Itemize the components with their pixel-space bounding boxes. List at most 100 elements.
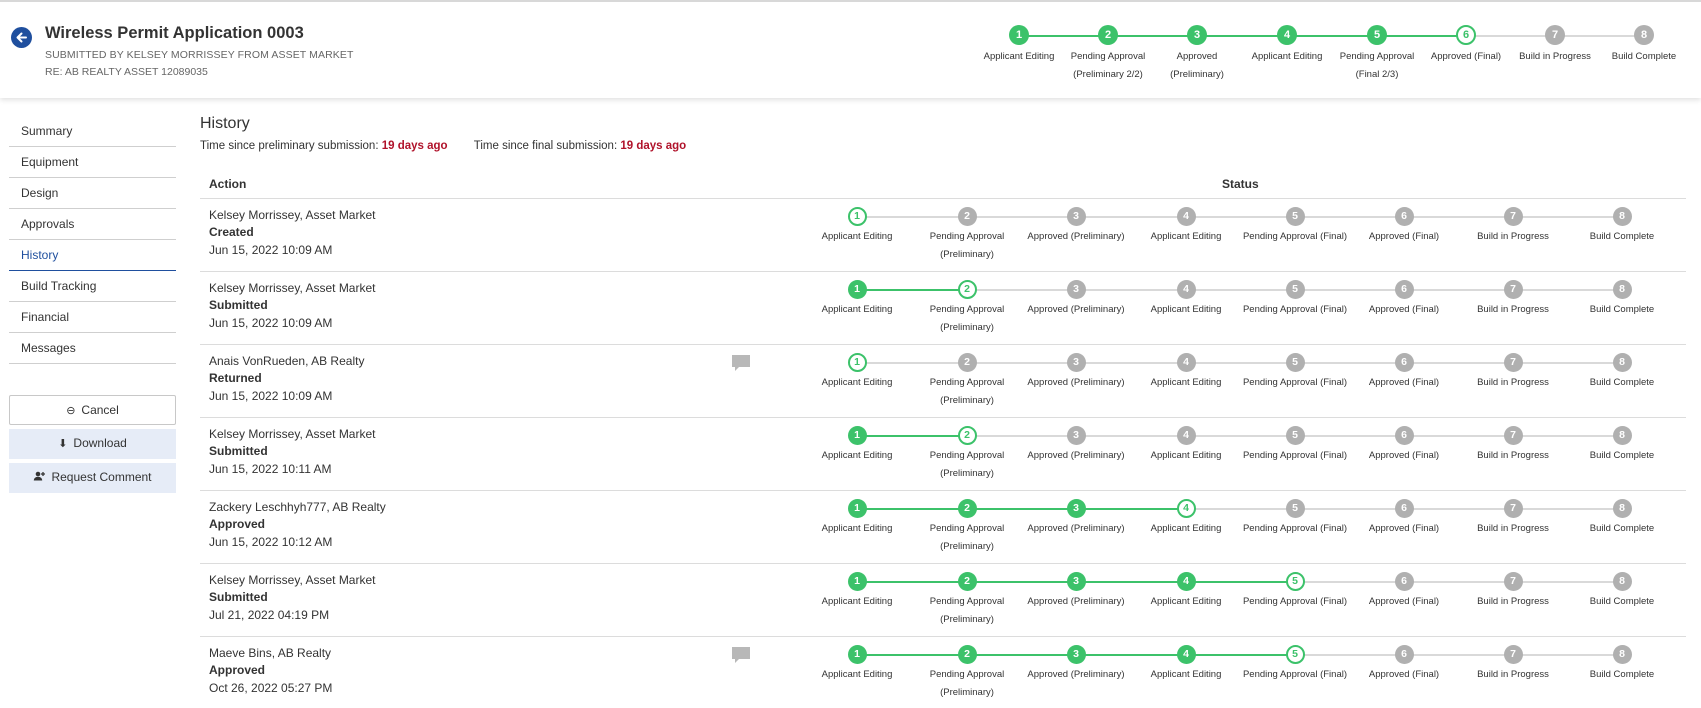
status-step-label-line1: Build in Progress — [1477, 377, 1549, 388]
status-step-label: Pending Approval (Final) — [1240, 520, 1350, 538]
status-step-label-line1: Build in Progress — [1477, 596, 1549, 607]
status-step-label: Approved (Final) — [1349, 228, 1459, 246]
sidebar-item-messages[interactable]: Messages — [9, 333, 176, 364]
status-step-label: Applicant Editing — [802, 593, 912, 611]
status-step-label: Approved (Preliminary) — [1021, 301, 1131, 319]
status-step-label-line1: Approved (Final) — [1368, 450, 1440, 461]
sidebar-item-design[interactable]: Design — [9, 178, 176, 209]
progress-step-number: 1 — [1009, 25, 1029, 45]
status-step-label-line1: Pending Approval (Final) — [1242, 669, 1348, 680]
progress-step-label-line1: Approved — [1176, 51, 1218, 62]
status-step-label: Approved (Preliminary) — [1021, 447, 1131, 465]
history-row: Kelsey Morrissey, Asset Market Submitted J… — [200, 418, 1686, 491]
status-step-number: 1 — [847, 426, 867, 445]
status-step-label: Pending Approval (Final) — [1240, 447, 1350, 465]
status-step-label: Build in Progress — [1458, 228, 1568, 246]
status-step-number: 1 — [847, 353, 867, 372]
status-step-number: 8 — [1612, 645, 1632, 664]
history-row-status-tracker: 1 Applicant Editing 2 Pending Approval (Prel… — [200, 637, 1686, 708]
status-step-label: Applicant Editing — [1131, 301, 1241, 319]
status-step-label-line1: Applicant Editing — [821, 669, 893, 680]
status-step-label-line2: (Preliminary) — [940, 687, 994, 698]
status-step-label-line1: Build Complete — [1589, 596, 1655, 607]
status-step-label: Pending Approval (Preliminary) — [912, 520, 1022, 556]
progress-step-number: 7 — [1545, 25, 1565, 45]
status-step-number: 2 — [957, 499, 977, 518]
status-step: 7 Build in Progress — [1458, 280, 1568, 319]
status-step-number: 5 — [1285, 353, 1305, 372]
status-step: 4 Applicant Editing — [1131, 499, 1241, 538]
history-row: Anais VonRueden, AB Realty Returned Jun 15… — [200, 345, 1686, 418]
status-step-label-line1: Approved (Preliminary) — [1027, 450, 1125, 461]
cancel-button[interactable]: ⊖ Cancel — [9, 395, 176, 425]
sidebar-item-equipment[interactable]: Equipment — [9, 147, 176, 178]
status-step-number: 5 — [1285, 207, 1305, 226]
status-step-number: 5 — [1285, 426, 1305, 445]
status-step-number: 7 — [1503, 499, 1523, 518]
sidebar-item-build-tracking[interactable]: Build Tracking — [9, 271, 176, 302]
status-step-label: Pending Approval (Preliminary) — [912, 593, 1022, 629]
status-step-label: Applicant Editing — [802, 520, 912, 538]
status-step-label-line1: Build in Progress — [1477, 304, 1549, 315]
status-step-label-line1: Approved (Final) — [1368, 523, 1440, 534]
status-step-label: Pending Approval (Final) — [1240, 228, 1350, 246]
status-step-label: Applicant Editing — [802, 447, 912, 465]
status-step: 1 Applicant Editing — [802, 426, 912, 465]
final-label: Time since final submission: — [473, 140, 618, 152]
status-step-label: Build Complete — [1567, 447, 1677, 465]
status-step: 8 Build Complete — [1567, 280, 1677, 319]
sidebar-item-financial[interactable]: Financial — [9, 302, 176, 333]
status-step-label: Approved (Preliminary) — [1021, 593, 1131, 611]
prelim-value: 19 days ago — [381, 140, 448, 152]
status-step: 1 Applicant Editing — [802, 572, 912, 611]
status-step: 8 Build Complete — [1567, 645, 1677, 684]
status-step-number: 7 — [1503, 572, 1523, 591]
status-step: 3 Approved (Preliminary) — [1021, 499, 1131, 538]
progress-step-number: 4 — [1277, 25, 1297, 45]
status-step-label-line1: Applicant Editing — [821, 596, 893, 607]
status-step-number: 6 — [1394, 645, 1414, 664]
status-step: 2 Pending Approval (Preliminary) — [912, 426, 1022, 483]
status-step-label: Pending Approval (Preliminary) — [912, 447, 1022, 483]
history-row-status-tracker: 1 Applicant Editing 2 Pending Approval (Prel… — [200, 491, 1686, 564]
status-step-label-line1: Applicant Editing — [1150, 596, 1222, 607]
progress-step-number: 8 — [1634, 25, 1654, 45]
status-step-label-line1: Approved (Final) — [1368, 304, 1440, 315]
status-step-number: 8 — [1612, 207, 1632, 226]
history-row-status-tracker: 1 Applicant Editing 2 Pending Approval (Prel… — [200, 418, 1686, 491]
download-button[interactable]: ⬇ Download — [9, 429, 176, 459]
sidebar-item-history[interactable]: History — [9, 240, 176, 271]
section-title: History — [200, 115, 250, 132]
status-step-label-line2: (Preliminary) — [940, 541, 994, 552]
sidebar-item-summary[interactable]: Summary — [9, 116, 176, 147]
status-step: 1 Applicant Editing — [802, 499, 912, 538]
status-step-number: 7 — [1503, 426, 1523, 445]
column-header-status: Status — [1222, 177, 1259, 191]
status-step-label-line1: Pending Approval — [929, 304, 1005, 315]
status-step-label-line1: Approved (Preliminary) — [1027, 377, 1125, 388]
status-step-number: 4 — [1176, 353, 1196, 372]
status-step-label: Approved (Final) — [1349, 374, 1459, 392]
status-step-label: Applicant Editing — [802, 301, 912, 319]
status-step-number: 6 — [1394, 499, 1414, 518]
status-step-label: Pending Approval (Preliminary) — [912, 228, 1022, 264]
status-step-label-line1: Pending Approval (Final) — [1242, 231, 1348, 242]
request-comment-button[interactable]: Request Comment — [9, 463, 176, 493]
status-step-number: 8 — [1612, 353, 1632, 372]
status-step-label-line1: Approved (Final) — [1368, 377, 1440, 388]
status-step-label: Build in Progress — [1458, 520, 1568, 538]
status-step: 6 Approved (Final) — [1349, 353, 1459, 392]
status-step: 8 Build Complete — [1567, 207, 1677, 246]
status-step-label: Build Complete — [1567, 520, 1677, 538]
status-step-number: 8 — [1612, 499, 1632, 518]
status-step-number: 3 — [1066, 645, 1086, 664]
status-step: 1 Applicant Editing — [802, 280, 912, 319]
progress-step-number: 2 — [1098, 25, 1118, 45]
progress-step-label-line1: Build Complete — [1611, 51, 1677, 62]
status-step: 7 Build in Progress — [1458, 499, 1568, 538]
status-step-label: Applicant Editing — [1131, 520, 1241, 538]
status-step-label-line2: (Preliminary) — [940, 249, 994, 260]
sidebar-item-approvals[interactable]: Approvals — [9, 209, 176, 240]
status-step: 2 Pending Approval (Preliminary) — [912, 499, 1022, 556]
status-step-number: 2 — [957, 645, 977, 664]
